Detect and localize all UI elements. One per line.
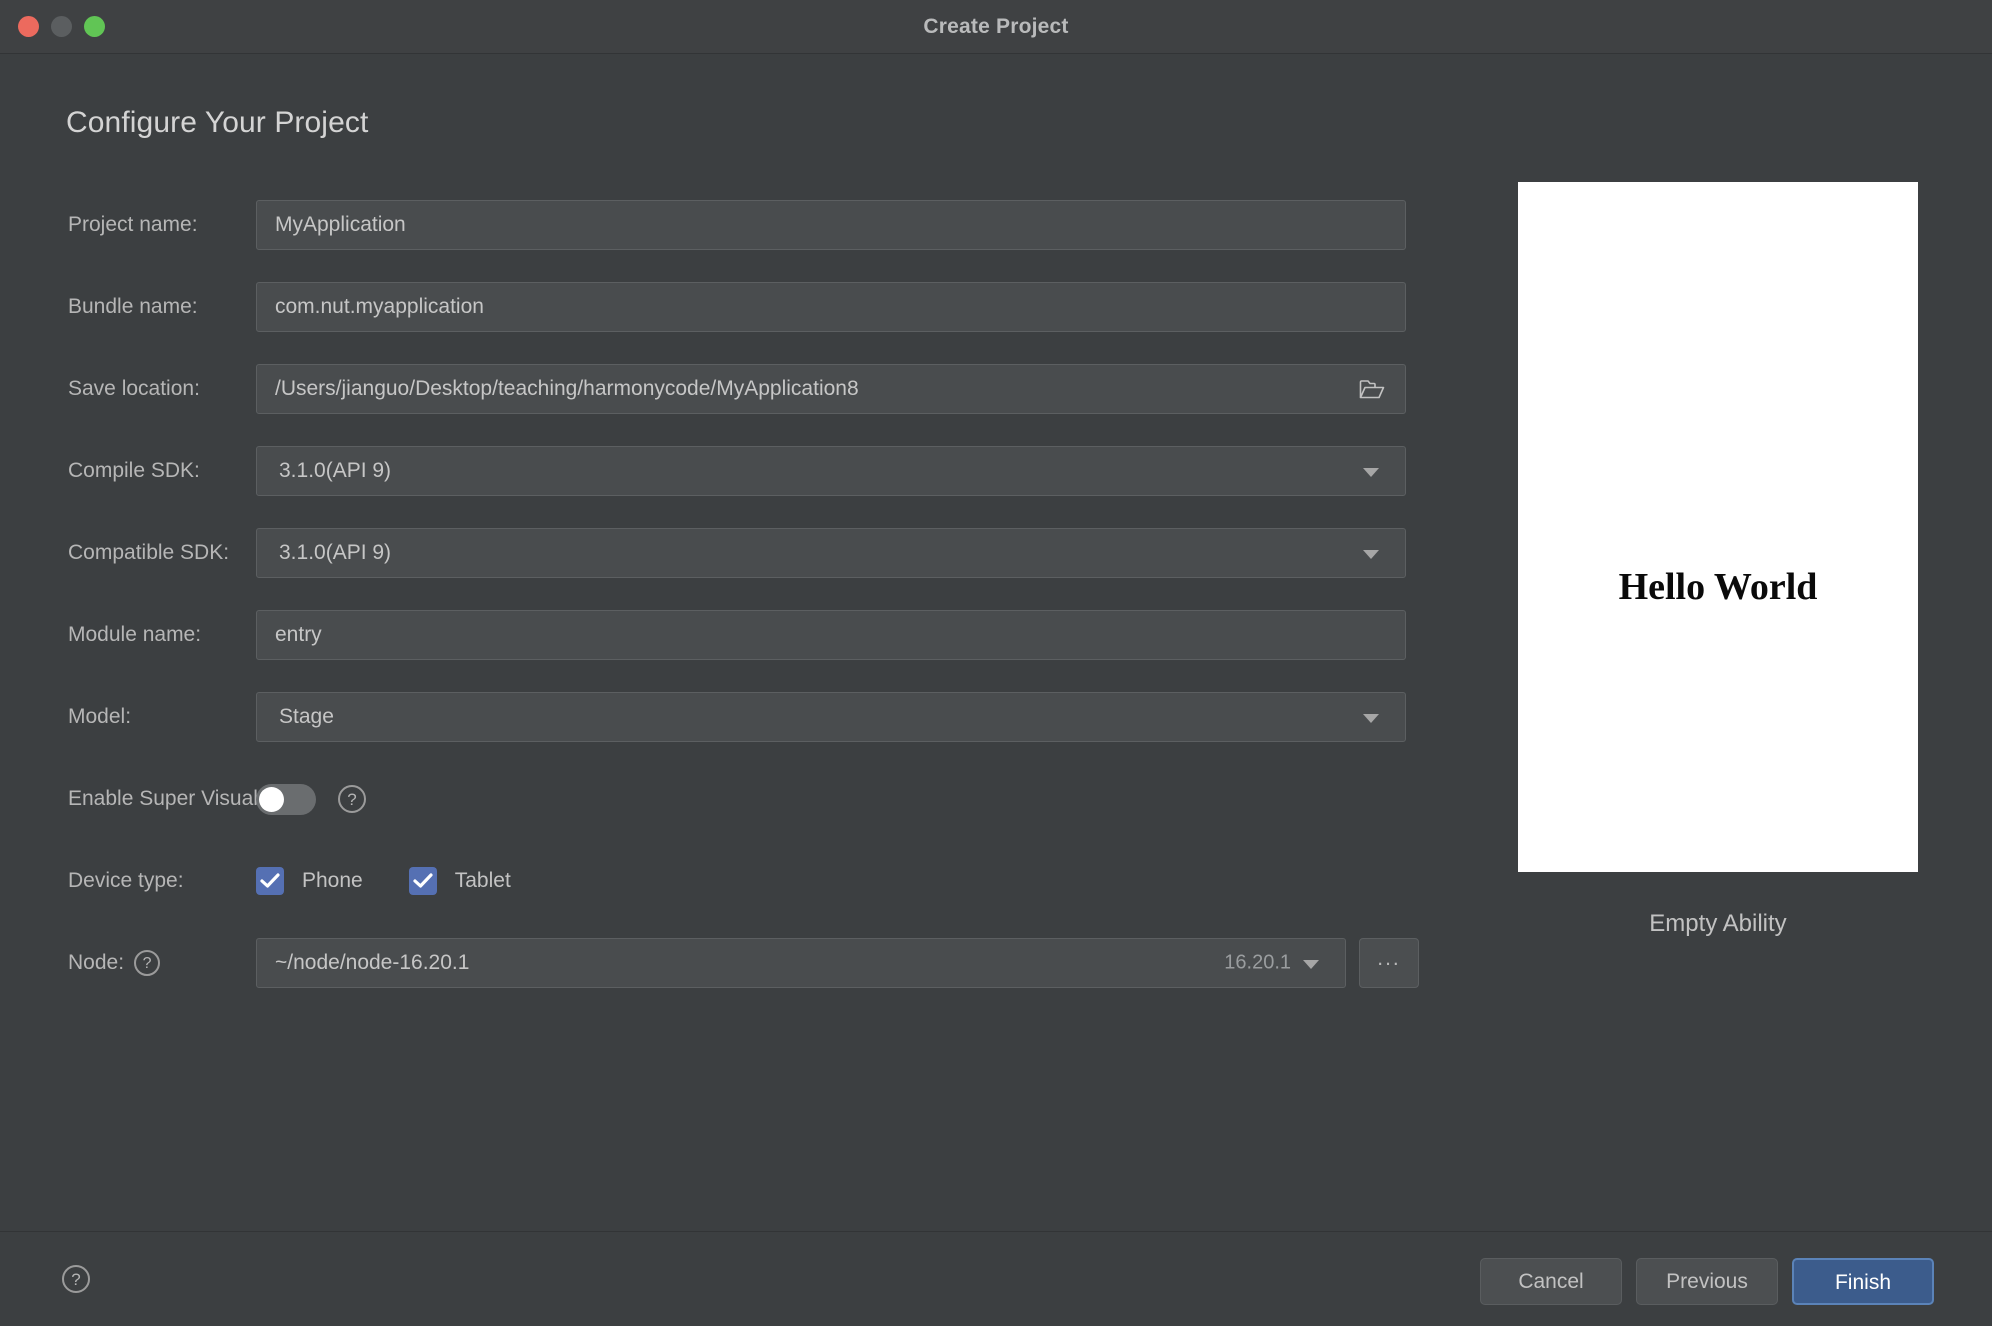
checkbox-tablet[interactable] [408,867,437,895]
node-version-value: 16.20.1 [1224,951,1291,974]
chevron-down-icon[interactable] [1363,468,1379,477]
module-name-value: entry [275,623,322,646]
checkbox-phone[interactable] [256,867,284,895]
preview-hello-world-text: Hello World [1618,566,1818,608]
row-model: Model: Stage [0,676,1500,758]
row-enable-super-visual: Enable Super Visual: ? [0,758,1500,840]
chevron-down-icon[interactable] [1363,550,1379,559]
project-configuration-form: Project name: MyApplication Bundle name:… [0,184,1500,1004]
row-save-location: Save location: /Users/jianguo/Desktop/te… [0,348,1500,430]
module-name-input[interactable]: entry [256,610,1406,660]
create-project-dialog: Create Project Configure Your Project Pr… [0,0,1992,1326]
row-node: Node: ? ~/node/node-16.20.1 16.20.1 ... [0,922,1500,1004]
bundle-name-label: Bundle name: [68,295,198,318]
enable-super-visual-label: Enable Super Visual: [68,787,264,810]
dialog-body: Configure Your Project Project name: MyA… [0,54,1992,1231]
preview-canvas: Hello World [1518,182,1918,872]
previous-button[interactable]: Previous [1636,1258,1778,1305]
page-title: Configure Your Project [66,106,369,139]
toggle-knob [259,786,284,812]
project-name-value: MyApplication [275,213,406,236]
compile-sdk-select[interactable]: 3.1.0(API 9) [256,446,1406,496]
project-name-input[interactable]: MyApplication [256,200,1406,250]
chevron-down-icon[interactable] [1363,714,1379,723]
help-icon[interactable]: ? [62,1265,90,1293]
window-title: Create Project [923,15,1069,38]
help-icon[interactable]: ? [338,785,366,813]
row-compatible-sdk: Compatible SDK: 3.1.0(API 9) [0,512,1500,594]
module-name-label: Module name: [68,623,202,646]
node-path-value: ~/node/node-16.20.1 [275,951,470,974]
finish-button[interactable]: Finish [1792,1258,1934,1305]
template-preview: Hello World Empty Ability [1518,182,1918,938]
compile-sdk-label: Compile SDK: [68,459,200,482]
enable-super-visual-toggle[interactable] [256,783,316,815]
project-name-label: Project name: [68,213,198,236]
compile-sdk-value: 3.1.0(API 9) [279,459,392,482]
save-location-value: /Users/jianguo/Desktop/teaching/harmonyc… [275,377,859,400]
preview-caption: Empty Ability [1649,910,1787,937]
chevron-down-icon[interactable] [1303,960,1319,969]
save-location-label: Save location: [68,377,200,400]
row-device-type: Device type: Phone Tablet [0,840,1500,922]
checkbox-tablet-label: Tablet [454,869,511,892]
model-value: Stage [279,705,334,728]
footer-button-group: Cancel Previous Finish [1480,1258,1934,1305]
check-icon [260,873,280,888]
save-location-input[interactable]: /Users/jianguo/Desktop/teaching/harmonyc… [256,364,1406,414]
device-type-label: Device type: [68,869,184,892]
help-icon[interactable]: ? [134,950,161,976]
compatible-sdk-value: 3.1.0(API 9) [279,541,392,564]
bundle-name-value: com.nut.myapplication [275,295,484,318]
folder-icon[interactable] [1359,378,1385,400]
node-label-text: Node: [68,951,125,974]
row-bundle-name: Bundle name: com.nut.myapplication [0,266,1500,348]
compatible-sdk-label: Compatible SDK: [68,541,230,564]
node-path-input[interactable]: ~/node/node-16.20.1 16.20.1 [256,938,1346,988]
row-project-name: Project name: MyApplication [0,184,1500,266]
title-bar: Create Project [0,0,1992,54]
compatible-sdk-select[interactable]: 3.1.0(API 9) [256,528,1406,578]
dialog-footer: ? Cancel Previous Finish [0,1231,1992,1326]
row-compile-sdk: Compile SDK: 3.1.0(API 9) [0,430,1500,512]
cancel-button[interactable]: Cancel [1480,1258,1622,1305]
node-browse-button[interactable]: ... [1359,938,1419,988]
device-type-options: Phone Tablet [256,867,539,895]
check-icon [413,873,433,888]
model-select[interactable]: Stage [256,692,1406,742]
row-module-name: Module name: entry [0,594,1500,676]
model-label: Model: [68,705,132,728]
bundle-name-input[interactable]: com.nut.myapplication [256,282,1406,332]
enable-super-visual-controls: ? [256,783,366,815]
checkbox-phone-label: Phone [302,869,363,892]
node-label: Node: ? [0,950,256,976]
